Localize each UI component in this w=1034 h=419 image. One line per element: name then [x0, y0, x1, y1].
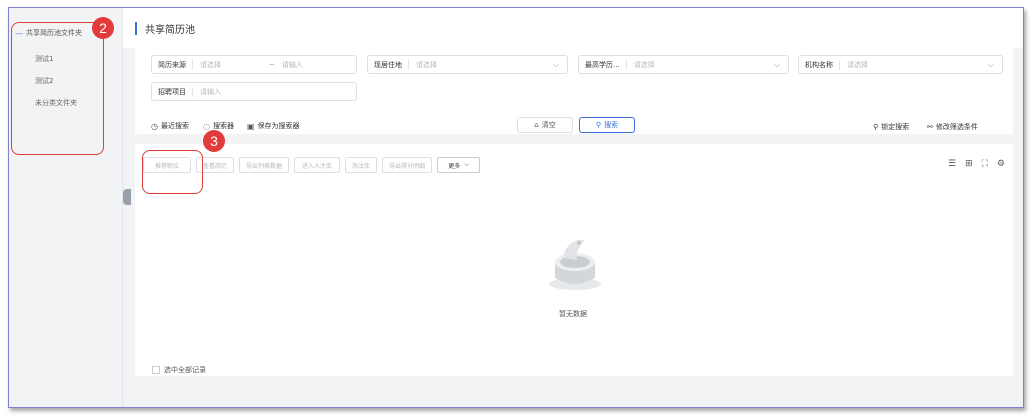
table-tools: ☰ ⊞ ⛶ ⚙ [948, 159, 1005, 169]
select-all-records[interactable]: 选中全部记录 [152, 365, 206, 375]
empty-state-text: 暂无数据 [559, 310, 587, 318]
empty-illustration [545, 232, 605, 296]
list-panel: 推荐职位 查看简历 导出列表数据 进入人才库 淘汰库 导出得分明细 更多 ⌵ ☰… [135, 144, 1013, 376]
modify-conditions-label: 修改筛选条件 [935, 123, 978, 131]
recent-search-option[interactable]: ◷ 最近搜索 [151, 121, 189, 131]
page-title: 共享简历池 [145, 25, 195, 36]
search-button[interactable]: ⚲ 搜索 [579, 117, 635, 133]
education-select[interactable]: 请选择 [627, 60, 655, 70]
education-filter[interactable]: 最高学历... 请选择 ⌵ [578, 55, 789, 74]
searcher-icon: ◌ [203, 121, 210, 131]
title-accent-bar [135, 22, 137, 35]
sidebar-collapse-handle[interactable] [123, 189, 131, 205]
project-label: 招聘项目 [152, 86, 193, 97]
search-icon: ⚲ [595, 121, 602, 129]
title-bar: 共享简历池 [123, 8, 1023, 48]
org-select[interactable]: 请选择 [840, 60, 868, 70]
clear-button[interactable]: ⌂ 清空 [517, 117, 573, 133]
org-label: 机构名称 [799, 59, 840, 70]
clock-icon: ◷ [151, 121, 158, 131]
clear-button-label: 清空 [541, 121, 556, 129]
education-label: 最高学历... [579, 59, 627, 70]
highlight-box-folders [11, 22, 104, 155]
search-button-label: 搜索 [604, 121, 619, 129]
app-window: — 共享简历池文件夹 测试1 测试2 未分类文件夹 2 共享简历池 简历来源 请… [8, 7, 1024, 408]
save-searcher-option[interactable]: ▣ 保存为搜索器 [247, 121, 300, 131]
filter-edit-icon: ⚯ [927, 123, 933, 131]
settings-icon[interactable]: ⚙ [997, 159, 1005, 169]
main-content: 共享简历池 简历来源 请选择 ~ 请输入 现居住地 请选择 ⌵ 最高学历... … [123, 8, 1023, 407]
export-list-button[interactable]: 导出列表数据 [239, 157, 289, 173]
chevron-down-icon[interactable]: ⌵ [988, 60, 994, 70]
select-all-label: 选中全部记录 [164, 366, 206, 374]
fullscreen-icon[interactable]: ⛶ [982, 159, 988, 169]
more-label: 更多 [448, 162, 461, 170]
eliminate-pool-button[interactable]: 淘汰库 [345, 157, 377, 173]
density-icon[interactable]: ☰ [948, 159, 956, 169]
project-input[interactable]: 请输入 [193, 87, 221, 97]
residence-filter[interactable]: 现居住地 请选择 ⌵ [367, 55, 568, 74]
highlight-box-recommend [142, 150, 203, 194]
resume-source-filter[interactable]: 简历来源 请选择 ~ 请输入 [151, 55, 357, 74]
modify-conditions-option[interactable]: ⚯ 修改筛选条件 [927, 122, 978, 132]
chevron-down-icon: ⌵ [464, 161, 469, 168]
searcher-option[interactable]: ◌ 搜索器 [203, 121, 234, 131]
pin-icon: ⚲ [873, 123, 879, 131]
save-icon: ▣ [247, 121, 255, 131]
sidebar: — 共享简历池文件夹 测试1 测试2 未分类文件夹 2 [9, 8, 123, 407]
export-scores-button[interactable]: 导出得分明细 [382, 157, 432, 173]
filter-panel: 简历来源 请选择 ~ 请输入 现居住地 请选择 ⌵ 最高学历... 请选择 ⌵ … [135, 48, 1013, 134]
save-searcher-label: 保存为搜索器 [257, 122, 300, 130]
step-badge-3: 3 [203, 130, 225, 152]
residence-select[interactable]: 请选择 [409, 60, 437, 70]
chevron-down-icon[interactable]: ⌵ [553, 60, 559, 70]
clear-icon: ⌂ [534, 121, 539, 129]
column-settings-icon[interactable]: ⊞ [965, 159, 973, 169]
residence-label: 现居住地 [368, 59, 409, 70]
add-talent-pool-button[interactable]: 进入人才库 [294, 157, 340, 173]
chevron-down-icon[interactable]: ⌵ [774, 60, 780, 70]
project-filter[interactable]: 招聘项目 请输入 [151, 82, 357, 101]
recent-search-label: 最近搜索 [160, 122, 189, 130]
resume-source-label: 简历来源 [152, 59, 193, 70]
org-filter[interactable]: 机构名称 请选择 ⌵ [798, 55, 1003, 74]
resume-source-input[interactable]: 请输入 [275, 60, 303, 70]
select-all-checkbox[interactable] [152, 366, 160, 374]
lock-search-label: 锁定搜索 [881, 123, 910, 131]
empty-box-icon [549, 239, 601, 290]
resume-source-select[interactable]: 请选择 [193, 60, 221, 70]
step-badge-2: 2 [92, 17, 114, 39]
more-dropdown[interactable]: 更多 ⌵ [437, 157, 480, 173]
lock-search-option[interactable]: ⚲ 锁定搜索 [873, 122, 909, 132]
